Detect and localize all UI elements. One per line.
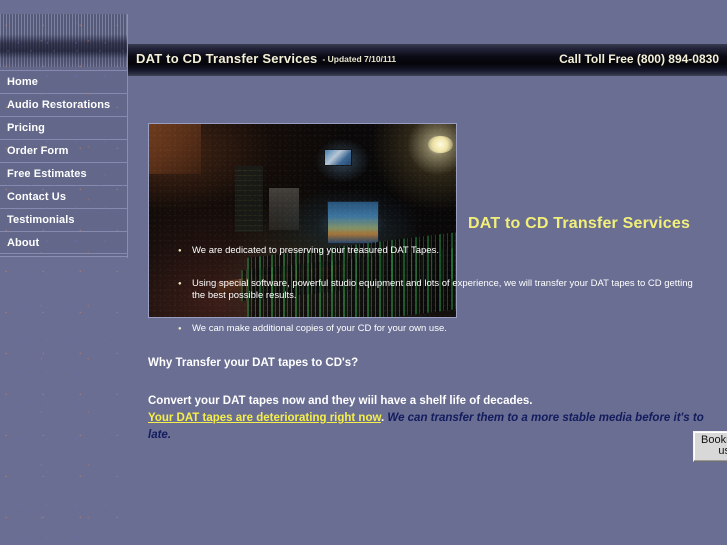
sidebar-item-label: Contact Us — [7, 191, 67, 203]
ceiling-lamp — [428, 135, 453, 153]
sidebar-item-home[interactable]: Home — [0, 70, 128, 93]
sidebar-item-label: Testimonials — [7, 214, 75, 226]
header-title-text: DAT to CD Transfer Services — [136, 51, 318, 66]
main-content: DAT to CD Transfer Services Bookmark us!… — [128, 76, 727, 545]
computer-monitor — [327, 201, 380, 244]
sidebar-item-free-estimates[interactable]: Free Estimates — [0, 162, 128, 185]
sidebar-item-audio-restorations[interactable]: Audio Restorations — [0, 93, 128, 116]
header-bar: DAT to CD Transfer Services - Updated 7/1… — [128, 44, 727, 76]
sidebar-item-contact-us[interactable]: Contact Us — [0, 185, 128, 208]
sidebar-item-label: Audio Restorations — [7, 99, 111, 111]
sidebar: Home Audio Restorations Pricing Order Fo… — [0, 0, 128, 545]
sidebar-item-label: Free Estimates — [7, 168, 87, 180]
sidebar-item-order-form[interactable]: Order Form — [0, 139, 128, 162]
header-title: DAT to CD Transfer Services - Updated 7/1… — [136, 51, 396, 66]
list-item-text: Using special software, powerful studio … — [192, 277, 693, 302]
equipment-rack — [234, 166, 263, 233]
benefits-list: We are dedicated to preserving your trea… — [148, 245, 708, 355]
sidebar-item-label: Order Form — [7, 145, 69, 157]
hero-heading: DAT to CD Transfer Services — [468, 214, 691, 232]
sidebar-item-about[interactable]: About — [0, 231, 128, 254]
diffuser-panel — [268, 187, 300, 231]
question-heading: Why Transfer your DAT tapes to CD's? — [148, 357, 359, 369]
acoustic-panel — [149, 124, 202, 175]
lead-paragraph: Convert your DAT tapes now and they wiil… — [148, 393, 723, 444]
list-item: We can make additional copies of your CD… — [178, 322, 708, 336]
list-item-text: We can make additional copies of your CD… — [192, 322, 447, 334]
link-trailing-punctuation: . — [381, 412, 385, 424]
list-item-text: We are dedicated to preserving your trea… — [192, 245, 439, 256]
deteriorating-link[interactable]: Your DAT tapes are deteriorating right n… — [148, 412, 381, 424]
sidebar-item-pricing[interactable]: Pricing — [0, 116, 128, 139]
header-phone[interactable]: Call Toll Free (800) 894-0830 — [559, 52, 719, 66]
sidebar-stripe-banner — [0, 14, 128, 67]
page-root: Home Audio Restorations Pricing Order Fo… — [0, 0, 727, 545]
list-item: We are dedicated to preserving your trea… — [178, 245, 708, 258]
sidebar-item-label: About — [7, 237, 40, 249]
sidebar-item-testimonials[interactable]: Testimonials — [0, 208, 128, 231]
copy-block: Why Transfer your DAT tapes to CD's? Con… — [148, 357, 723, 444]
wall-tv-screen — [323, 149, 352, 167]
list-item: Using special software, powerful studio … — [178, 277, 708, 303]
sidebar-item-label: Pricing — [7, 122, 45, 134]
lead-line-one: Convert your DAT tapes now and they wiil… — [148, 395, 533, 407]
sidebar-item-label: Home — [7, 76, 38, 88]
header-updated-text: - Updated 7/10/111 — [322, 54, 397, 64]
sidebar-nav-list: Home Audio Restorations Pricing Order Fo… — [0, 70, 128, 254]
